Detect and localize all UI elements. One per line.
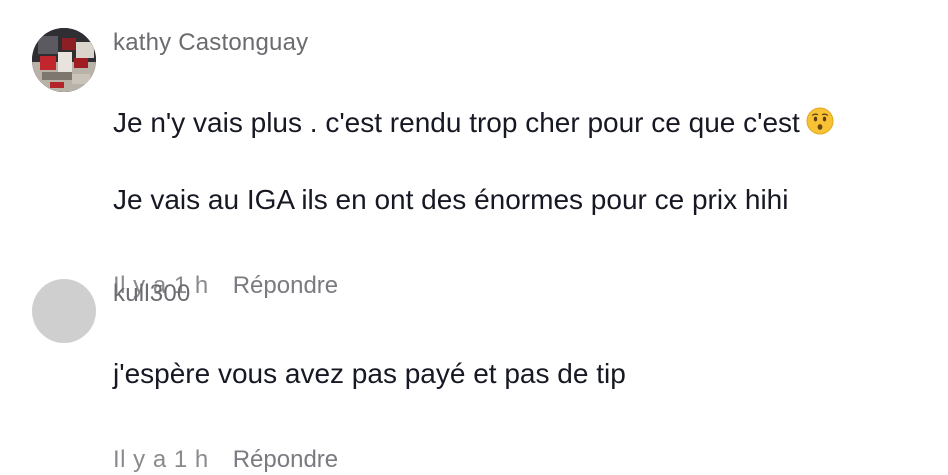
comment-text: Je n'y vais plus . c'est rendu trop cher… [113, 67, 928, 255]
comment-username[interactable]: kathy Castonguay [113, 28, 928, 58]
comment-text-line-1: j'espère vous avez pas payé et pas de ti… [113, 358, 626, 389]
comment-body: kull300 j'espère vous avez pas payé et p… [113, 279, 928, 475]
comment-body: kathy Castonguay Je n'y vais plus . c'es… [113, 28, 928, 301]
avatar[interactable] [32, 28, 96, 92]
comment-text-line-2: Je vais au IGA ils en ont des énormes po… [113, 184, 789, 215]
hushed-face-emoji-icon [806, 107, 834, 144]
avatar-photo-icon [32, 28, 96, 92]
comment-username[interactable]: kull300 [113, 279, 928, 309]
comment-timestamp: Il y a 1 h [113, 446, 209, 473]
comment-text-line: Je n'y vais plus . c'est rendu trop cher… [113, 104, 928, 144]
avatar[interactable] [32, 279, 96, 343]
comment-text: j'espère vous avez pas payé et pas de ti… [113, 318, 928, 429]
comment-text-line-1: Je n'y vais plus . c'est rendu trop cher… [113, 107, 800, 138]
reply-button[interactable]: Répondre [233, 445, 338, 475]
comment-meta: Il y a 1 h Répondre [113, 445, 928, 475]
